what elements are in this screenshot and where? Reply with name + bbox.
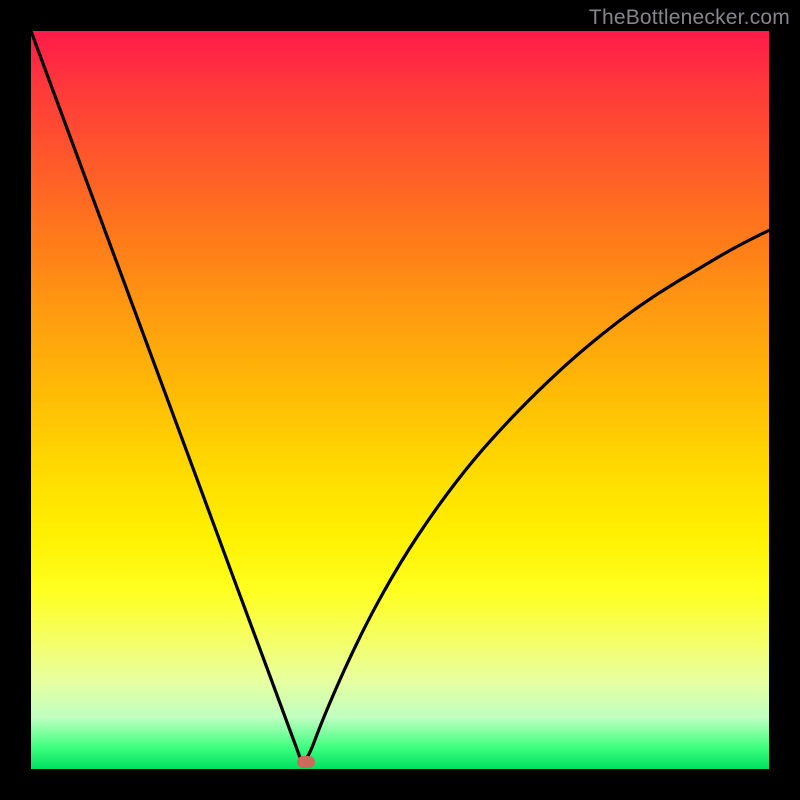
bottleneck-curve [31, 31, 769, 761]
watermark-text: TheBottlenecker.com [589, 6, 790, 30]
curve-layer [31, 31, 769, 769]
chart-container: TheBottlenecker.com [0, 0, 800, 800]
optimum-marker [297, 756, 315, 768]
plot-area [31, 31, 769, 769]
